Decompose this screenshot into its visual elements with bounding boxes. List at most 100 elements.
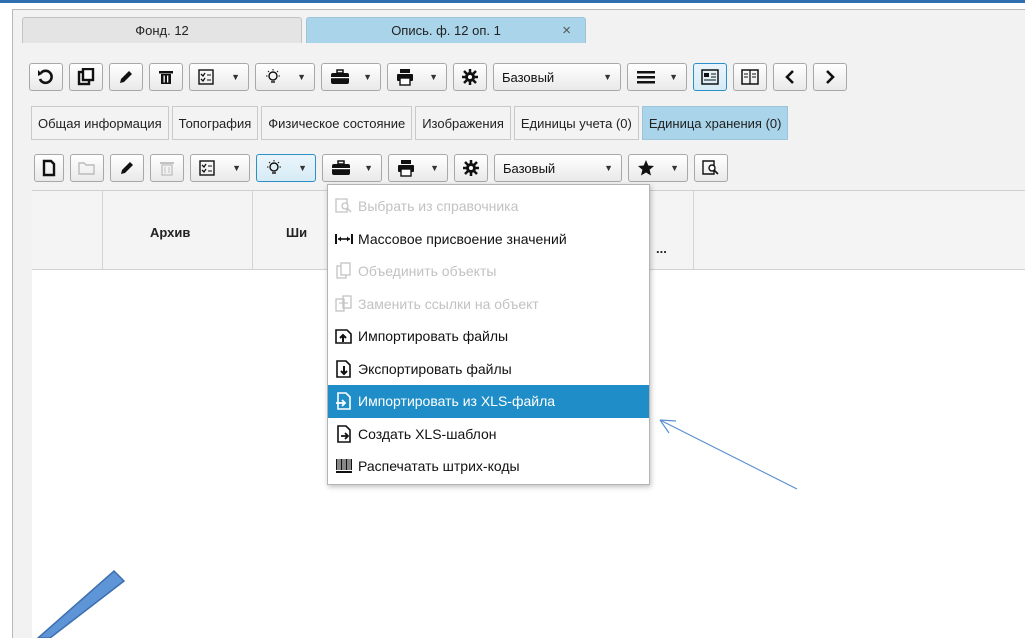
card-view-icon (701, 69, 719, 85)
preset-select[interactable]: Базовый ▼ (493, 63, 621, 91)
folder-icon (78, 160, 96, 176)
search-doc-icon (334, 196, 354, 216)
copy-button[interactable] (69, 63, 103, 91)
menu-item-print-barcodes[interactable]: Распечатать штрих-коды (328, 450, 649, 483)
checklist-dropdown[interactable]: ▼ (190, 154, 250, 182)
trash-icon (158, 159, 176, 177)
column-separator (102, 191, 103, 270)
sub-toolbar: ▼ ▼ ▼ ▼ Базовый ▼ ▼ (34, 153, 734, 183)
next-button[interactable] (813, 63, 847, 91)
tab-storage-unit[interactable]: Единица хранения (0) (641, 106, 789, 140)
replace-links-icon (334, 294, 354, 314)
chevron-down-icon: ▼ (603, 72, 612, 82)
mass-assign-icon (334, 229, 354, 249)
tab-label: Единица хранения (0) (648, 115, 782, 131)
actions-menu: Выбрать из справочника Массовое присвоен… (327, 184, 650, 485)
gear-icon (462, 159, 480, 177)
print-dropdown[interactable]: ▼ (387, 63, 447, 91)
chevron-left-icon (784, 69, 796, 85)
menu-item-import-files[interactable]: Импортировать файлы (328, 320, 649, 353)
checklist-icon (199, 160, 215, 176)
export-files-icon (334, 359, 354, 379)
menu-item-label: Выбрать из справочника (358, 198, 519, 215)
chevron-down-icon: ▼ (298, 163, 307, 173)
menu-item-mass-assign[interactable]: Массовое присвоение значений (328, 223, 649, 256)
menu-item-select-from-directory[interactable]: Выбрать из справочника (328, 190, 649, 223)
menu-item-replace-links[interactable]: Заменить ссылки на объект (328, 288, 649, 321)
tab-fond-label: Фонд. 12 (135, 23, 189, 38)
menu-item-export-files[interactable]: Экспортировать файлы (328, 353, 649, 386)
list-view-button[interactable] (733, 63, 767, 91)
briefcase-icon (331, 160, 351, 176)
column-header-archive[interactable]: Архив (150, 225, 190, 240)
chevron-right-icon (824, 69, 836, 85)
card-view-button[interactable] (693, 63, 727, 91)
preset-select-value: Базовый (502, 69, 555, 85)
chevron-down-icon: ▼ (604, 163, 613, 173)
briefcase-icon (330, 69, 350, 85)
tab-opis[interactable]: Опись. ф. 12 оп. 1 × (306, 17, 586, 43)
pencil-icon (117, 68, 135, 86)
tab-general-info[interactable]: Общая информация (31, 106, 169, 140)
refresh-icon (37, 68, 55, 86)
tab-physical-state[interactable]: Физическое состояние (261, 106, 413, 140)
chevron-down-icon: ▼ (231, 72, 240, 82)
favorites-dropdown[interactable]: ▼ (628, 154, 688, 182)
printer-icon (397, 159, 415, 177)
checklist-icon (198, 69, 214, 85)
preset-select-value: Базовый (503, 160, 556, 176)
document-tabs: Фонд. 12 Опись. ф. 12 оп. 1 × (22, 17, 590, 43)
column-header-width[interactable]: Ши (286, 225, 307, 240)
trash-icon (157, 68, 175, 86)
prev-button[interactable] (773, 63, 807, 91)
tab-label: Физическое состояние (268, 115, 406, 131)
menu-item-label: Импортировать из XLS-файла (358, 393, 556, 410)
settings-button[interactable] (453, 63, 487, 91)
chevron-down-icon: ▼ (669, 72, 678, 82)
refresh-button[interactable] (29, 63, 63, 91)
printer-icon (396, 68, 414, 86)
section-tabs: Общая информация Топография Физическое с… (31, 106, 791, 140)
tab-accounting-units[interactable]: Единицы учета (0) (513, 106, 639, 140)
tab-images[interactable]: Изображения (415, 106, 511, 140)
checklist-dropdown[interactable]: ▼ (189, 63, 249, 91)
menu-item-label: Заменить ссылки на объект (358, 295, 539, 312)
tab-opis-label: Опись. ф. 12 оп. 1 (391, 23, 501, 38)
chevron-down-icon: ▼ (429, 72, 438, 82)
delete-button[interactable] (150, 154, 184, 182)
delete-button[interactable] (149, 63, 183, 91)
chevron-down-icon: ▼ (430, 163, 439, 173)
tab-fond[interactable]: Фонд. 12 (22, 17, 302, 43)
actions-dropdown-open[interactable]: ▼ (256, 154, 316, 182)
menu-item-label: Импортировать файлы (358, 328, 509, 345)
print-dropdown[interactable]: ▼ (388, 154, 448, 182)
close-tab-icon[interactable]: × (562, 22, 571, 39)
tab-label: Топография (178, 115, 252, 131)
briefcase-dropdown[interactable]: ▼ (322, 154, 382, 182)
column-header-truncated[interactable]: ... (656, 241, 667, 256)
lookup-button[interactable] (694, 154, 728, 182)
lightbulb-icon (265, 159, 283, 177)
menu-item-merge-objects[interactable]: Объединить объекты (328, 255, 649, 288)
import-xls-icon (334, 391, 354, 411)
menu-item-label: Экспортировать файлы (358, 360, 512, 377)
menu-item-label: Объединить объекты (358, 263, 497, 280)
gear-icon (461, 68, 479, 86)
pencil-icon (118, 159, 136, 177)
menu-item-import-xls[interactable]: Импортировать из XLS-файла (328, 385, 649, 418)
tab-topography[interactable]: Топография (171, 106, 259, 140)
open-button[interactable] (70, 154, 104, 182)
briefcase-dropdown[interactable]: ▼ (321, 63, 381, 91)
menu-dropdown[interactable]: ▼ (627, 63, 687, 91)
edit-button[interactable] (110, 154, 144, 182)
edit-button[interactable] (109, 63, 143, 91)
menu-item-label: Распечатать штрих-коды (358, 458, 520, 475)
settings-button[interactable] (454, 154, 488, 182)
new-button[interactable] (34, 154, 64, 182)
actions-dropdown[interactable]: ▼ (255, 63, 315, 91)
import-files-icon (334, 326, 354, 346)
menu-item-create-xls-template[interactable]: Создать XLS-шаблон (328, 418, 649, 451)
merge-icon (334, 261, 354, 281)
tab-label: Общая информация (38, 115, 162, 131)
preset-select[interactable]: Базовый ▼ (494, 154, 622, 182)
